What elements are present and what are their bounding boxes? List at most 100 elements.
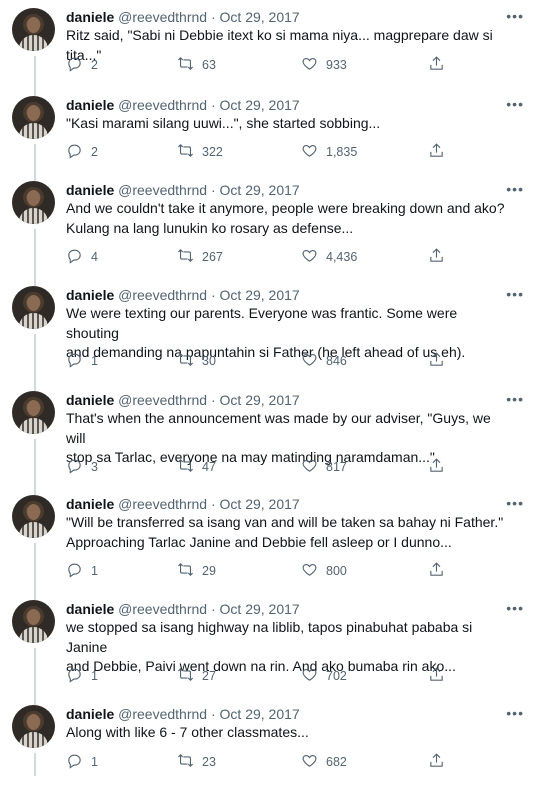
- tweet-header: daniele @reevedthrnd · Oct 29, 2017: [66, 391, 300, 409]
- tweet[interactable]: daniele @reevedthrnd · Oct 29, 2017 ••• …: [0, 391, 540, 495]
- tweet[interactable]: daniele @reevedthrnd · Oct 29, 2017 ••• …: [0, 600, 540, 705]
- avatar[interactable]: [12, 705, 55, 748]
- like-count: 846: [326, 354, 347, 368]
- retweet-button[interactable]: 29: [177, 561, 216, 581]
- more-options-icon[interactable]: •••: [506, 600, 524, 616]
- more-options-icon[interactable]: •••: [506, 705, 524, 721]
- more-options-icon[interactable]: •••: [506, 286, 524, 302]
- avatar[interactable]: [12, 600, 55, 643]
- like-button[interactable]: 933: [301, 55, 347, 75]
- like-button[interactable]: 800: [301, 561, 347, 581]
- author-handle[interactable]: @reevedthrnd: [118, 392, 207, 408]
- like-button[interactable]: 1,835: [301, 142, 357, 162]
- avatar[interactable]: [12, 495, 55, 538]
- reply-button[interactable]: 1: [66, 351, 98, 371]
- author-name[interactable]: daniele: [66, 9, 114, 25]
- like-button[interactable]: 846: [301, 351, 347, 371]
- reply-button[interactable]: 2: [66, 55, 98, 75]
- author-name[interactable]: daniele: [66, 182, 114, 198]
- retweet-button[interactable]: 47: [177, 457, 216, 477]
- avatar[interactable]: [12, 96, 55, 139]
- reply-button[interactable]: 1: [66, 752, 98, 772]
- share-button[interactable]: [428, 666, 445, 686]
- tweet[interactable]: daniele @reevedthrnd · Oct 29, 2017 ••• …: [0, 286, 540, 391]
- author-name[interactable]: daniele: [66, 706, 114, 722]
- like-button[interactable]: 702: [301, 666, 347, 686]
- author-handle[interactable]: @reevedthrnd: [118, 97, 207, 113]
- author-handle[interactable]: @reevedthrnd: [118, 496, 207, 512]
- share-button[interactable]: [428, 561, 445, 581]
- avatar-face: [27, 714, 40, 730]
- author-handle[interactable]: @reevedthrnd: [118, 601, 207, 617]
- tweet-date[interactable]: Oct 29, 2017: [220, 706, 300, 722]
- author-name[interactable]: daniele: [66, 287, 114, 303]
- avatar[interactable]: [12, 286, 55, 329]
- share-button[interactable]: [428, 457, 445, 477]
- tweet-text: "Kasi marami silang uuwi...", she starte…: [66, 114, 511, 134]
- author-name[interactable]: daniele: [66, 392, 114, 408]
- tweet-date[interactable]: Oct 29, 2017: [220, 97, 300, 113]
- more-options-icon[interactable]: •••: [506, 96, 524, 112]
- avatar[interactable]: [12, 8, 55, 51]
- tweet-date[interactable]: Oct 29, 2017: [220, 287, 300, 303]
- tweet[interactable]: daniele @reevedthrnd · Oct 29, 2017 ••• …: [0, 181, 540, 286]
- share-icon: [428, 351, 445, 371]
- like-button[interactable]: 682: [301, 752, 347, 772]
- avatar-face: [27, 609, 40, 625]
- author-handle[interactable]: @reevedthrnd: [118, 182, 207, 198]
- reply-button[interactable]: 1: [66, 561, 98, 581]
- retweet-icon: [177, 142, 194, 162]
- retweet-button[interactable]: 27: [177, 666, 216, 686]
- retweet-button[interactable]: 23: [177, 752, 216, 772]
- author-handle[interactable]: @reevedthrnd: [118, 287, 207, 303]
- tweet-date[interactable]: Oct 29, 2017: [220, 182, 300, 198]
- like-button[interactable]: 817: [301, 457, 347, 477]
- author-name[interactable]: daniele: [66, 97, 114, 113]
- author-handle[interactable]: @reevedthrnd: [118, 9, 207, 25]
- share-button[interactable]: [428, 55, 445, 75]
- author-handle[interactable]: @reevedthrnd: [118, 706, 207, 722]
- retweet-icon: [177, 666, 194, 686]
- retweet-button[interactable]: 63: [177, 55, 216, 75]
- like-button[interactable]: 4,436: [301, 247, 357, 267]
- tweet[interactable]: daniele @reevedthrnd · Oct 29, 2017 ••• …: [0, 705, 540, 800]
- share-button[interactable]: [428, 752, 445, 772]
- retweet-button[interactable]: 322: [177, 142, 223, 162]
- reply-count: 1: [91, 354, 98, 368]
- share-button[interactable]: [428, 351, 445, 371]
- tweet-header: daniele @reevedthrnd · Oct 29, 2017: [66, 600, 300, 618]
- share-button[interactable]: [428, 247, 445, 267]
- share-button[interactable]: [428, 142, 445, 162]
- tweet-date[interactable]: Oct 29, 2017: [220, 496, 300, 512]
- tweet-date[interactable]: Oct 29, 2017: [220, 601, 300, 617]
- reply-button[interactable]: 4: [66, 247, 98, 267]
- tweet-text: Along with like 6 - 7 other classmates..…: [66, 723, 511, 743]
- avatar[interactable]: [12, 391, 55, 434]
- more-options-icon[interactable]: •••: [506, 181, 524, 197]
- reply-icon: [66, 457, 83, 477]
- like-icon: [301, 666, 318, 686]
- separator-dot: ·: [210, 706, 216, 722]
- tweet[interactable]: daniele @reevedthrnd · Oct 29, 2017 ••• …: [0, 8, 540, 103]
- reply-button[interactable]: 3: [66, 457, 98, 477]
- reply-button[interactable]: 1: [66, 666, 98, 686]
- tweet[interactable]: daniele @reevedthrnd · Oct 29, 2017 ••• …: [0, 495, 540, 600]
- tweet[interactable]: daniele @reevedthrnd · Oct 29, 2017 ••• …: [0, 96, 540, 191]
- more-options-icon[interactable]: •••: [506, 495, 524, 511]
- retweet-button[interactable]: 267: [177, 247, 223, 267]
- more-options-icon[interactable]: •••: [506, 8, 524, 24]
- avatar[interactable]: [12, 181, 55, 224]
- retweet-button[interactable]: 30: [177, 351, 216, 371]
- tweet-date[interactable]: Oct 29, 2017: [220, 392, 300, 408]
- author-name[interactable]: daniele: [66, 601, 114, 617]
- retweet-count: 267: [202, 250, 223, 264]
- tweet-date[interactable]: Oct 29, 2017: [220, 9, 300, 25]
- more-options-icon[interactable]: •••: [506, 391, 524, 407]
- author-name[interactable]: daniele: [66, 496, 114, 512]
- avatar-face: [27, 17, 40, 33]
- like-count: 1,835: [326, 145, 358, 159]
- reply-button[interactable]: 2: [66, 142, 98, 162]
- reply-count: 4: [91, 250, 98, 264]
- retweet-count: 29: [202, 564, 216, 578]
- retweet-count: 27: [202, 669, 216, 683]
